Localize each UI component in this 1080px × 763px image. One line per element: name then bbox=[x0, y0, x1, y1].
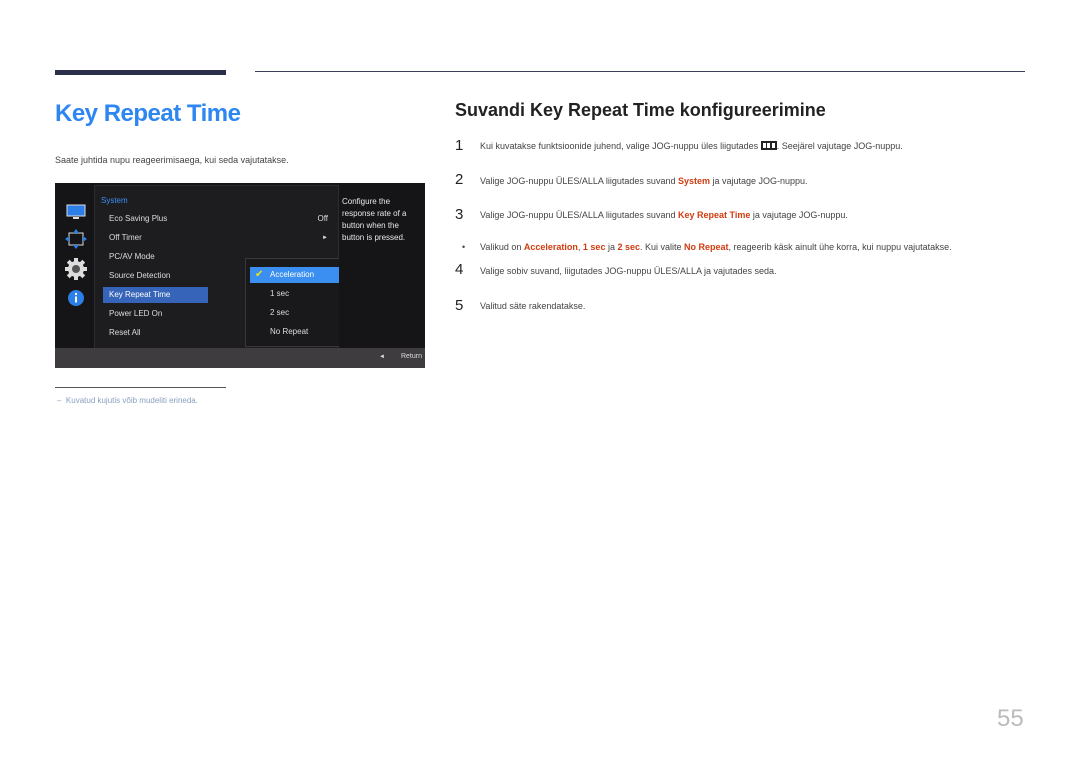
menu-grid-icon bbox=[760, 141, 777, 150]
arrow-right-icon: ► bbox=[322, 235, 328, 241]
page-title: Key Repeat Time bbox=[55, 100, 241, 127]
submenu-item-label: Acceleration bbox=[270, 270, 315, 279]
submenu-item-label: 1 sec bbox=[270, 289, 290, 298]
step-text-part: . Seejärel vajutage JOG-nuppu. bbox=[776, 141, 903, 151]
note-text: Kuvatud kujutis võib mudeliti erineda. bbox=[65, 396, 198, 405]
menu-item-label: Reset All bbox=[109, 328, 141, 337]
highlight-term: No Repeat bbox=[684, 242, 729, 252]
step-text-part: ja vajutage JOG-nuppu. bbox=[750, 210, 848, 220]
menu-item-label: Off Timer bbox=[109, 233, 142, 242]
step-text-part: ja vajutage JOG-nuppu. bbox=[710, 176, 808, 186]
text-part: . Kui valite bbox=[640, 242, 685, 252]
text-part: , reageerib käsk ainult ühe korra, kui n… bbox=[728, 242, 952, 252]
resize-icon bbox=[65, 228, 87, 250]
menu-item-off-timer[interactable]: Off Timer bbox=[103, 230, 208, 246]
step-number: 4 bbox=[455, 261, 464, 278]
footnote: – Kuvatud kujutis võib mudeliti erineda. bbox=[57, 396, 198, 405]
step-5-text: Valitud säte rakendatakse. bbox=[480, 301, 586, 311]
step-number: 1 bbox=[455, 137, 464, 154]
menu-item-reset-all[interactable]: Reset All bbox=[103, 325, 208, 341]
header-accent-bar bbox=[55, 70, 226, 75]
menu-item-value: Off bbox=[317, 214, 328, 223]
step-text-part: Valige JOG-nuppu ÜLES/ALLA liigutades su… bbox=[480, 176, 678, 186]
submenu-item-label: No Repeat bbox=[270, 327, 309, 336]
menu-item-power-led-on[interactable]: Power LED On bbox=[103, 306, 208, 322]
menu-item-label: PC/AV Mode bbox=[109, 252, 155, 261]
menu-item-label: Eco Saving Plus bbox=[109, 214, 168, 223]
menu-item-key-repeat-time[interactable]: Key Repeat Time bbox=[103, 287, 208, 303]
step-3-text: Valige JOG-nuppu ÜLES/ALLA liigutades su… bbox=[480, 210, 848, 220]
monitor-icon bbox=[65, 201, 87, 223]
step-4-text: Valige sobiv suvand, liigutades JOG-nupp… bbox=[480, 266, 777, 276]
submenu-item-label: 2 sec bbox=[270, 308, 290, 317]
intro-text: Saate juhtida nupu reageerimisaega, kui … bbox=[55, 155, 289, 165]
osd-description: Configure the response rate of a button … bbox=[339, 190, 425, 348]
step-number: 3 bbox=[455, 206, 464, 223]
menu-item-source-detection[interactable]: Source Detection bbox=[103, 268, 208, 284]
highlight-term: Acceleration bbox=[523, 242, 578, 252]
osd-bottom-bar: ◄ Return bbox=[55, 348, 425, 368]
text-part: ja bbox=[605, 242, 618, 252]
step-text-part: Kui kuvatakse funktsioonide juhend, vali… bbox=[480, 141, 761, 151]
highlight-term: 2 sec bbox=[617, 242, 640, 252]
menu-item-pc-av-mode[interactable]: PC/AV Mode bbox=[103, 249, 208, 265]
section-title: Suvandi Key Repeat Time konfigureerimine bbox=[455, 100, 826, 120]
bullet-mark: • bbox=[462, 242, 466, 252]
text-part: Valikud on bbox=[480, 242, 524, 252]
page-number: 55 bbox=[997, 705, 1024, 732]
note-dash: – bbox=[57, 396, 62, 405]
highlight-term: 1 sec bbox=[582, 242, 606, 252]
note-divider bbox=[55, 387, 226, 388]
menu-item-label: Key Repeat Time bbox=[109, 290, 171, 299]
return-button[interactable]: Return bbox=[401, 353, 422, 360]
header-rule bbox=[255, 71, 1025, 72]
menu-item-label: Power LED On bbox=[109, 309, 163, 318]
step-text-part: Valige JOG-nuppu ÜLES/ALLA liigutades su… bbox=[480, 210, 678, 220]
osd-screenshot: System Eco Saving Plus Off Off Timer ► P… bbox=[55, 183, 425, 368]
step-number: 2 bbox=[455, 171, 464, 188]
osd-menu-panel: System Eco Saving Plus Off Off Timer ► P… bbox=[94, 185, 372, 350]
step-number: 5 bbox=[455, 297, 464, 314]
menu-item-label: Source Detection bbox=[109, 271, 171, 280]
highlight-term: Key Repeat Time bbox=[677, 210, 751, 220]
step-2-text: Valige JOG-nuppu ÜLES/ALLA liigutades su… bbox=[480, 176, 808, 186]
menu-header: System bbox=[101, 196, 128, 205]
menu-item-eco-saving-plus[interactable]: Eco Saving Plus bbox=[103, 211, 208, 227]
step-1-text: Kui kuvatakse funktsioonide juhend, vali… bbox=[480, 141, 903, 151]
return-arrow-icon: ◄ bbox=[379, 354, 385, 360]
info-icon bbox=[65, 287, 87, 309]
highlight-term: System bbox=[677, 176, 710, 186]
bullet-text: Valikud on Acceleration, 1 sec ja 2 sec.… bbox=[480, 242, 952, 252]
checkmark-icon: ✔ bbox=[255, 269, 264, 280]
osd-icon-column bbox=[55, 183, 95, 348]
gear-icon bbox=[65, 258, 87, 280]
